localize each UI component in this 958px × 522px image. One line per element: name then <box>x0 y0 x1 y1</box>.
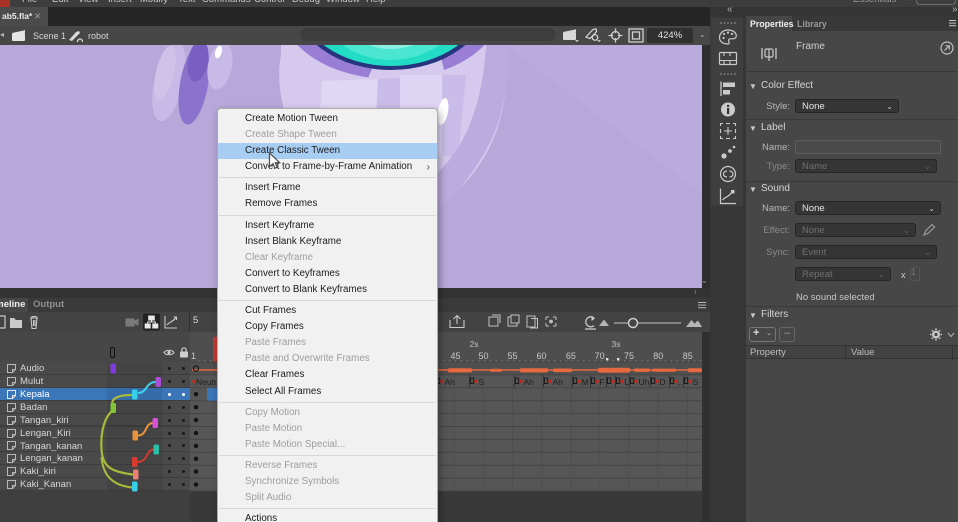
svg-text:Ah: Ah <box>445 377 456 387</box>
svg-text:M: M <box>582 377 589 387</box>
svg-text:65: 65 <box>566 351 576 361</box>
svg-text:Uh: Uh <box>639 377 650 387</box>
svg-text:80: 80 <box>653 351 663 361</box>
svg-text:55: 55 <box>507 351 517 361</box>
svg-text:60: 60 <box>536 351 546 361</box>
svg-text:75: 75 <box>624 351 634 361</box>
svg-text:S: S <box>479 377 485 387</box>
svg-text:Ah: Ah <box>524 377 535 387</box>
svg-text:Ah: Ah <box>553 377 564 387</box>
svg-text:Neutr: Neutr <box>196 377 217 387</box>
svg-text:F: F <box>600 377 605 387</box>
svg-text:50: 50 <box>478 351 488 361</box>
svg-text:85: 85 <box>683 351 693 361</box>
svg-text:70: 70 <box>595 351 605 361</box>
svg-text:1: 1 <box>191 351 196 361</box>
svg-text:3s: 3s <box>612 339 621 349</box>
svg-text:2s: 2s <box>470 339 479 349</box>
svg-text:S: S <box>693 377 699 387</box>
svg-text:..: .. <box>679 377 684 387</box>
svg-text:L: L <box>625 377 630 387</box>
svg-text:45: 45 <box>450 351 460 361</box>
svg-text:D: D <box>660 377 666 387</box>
